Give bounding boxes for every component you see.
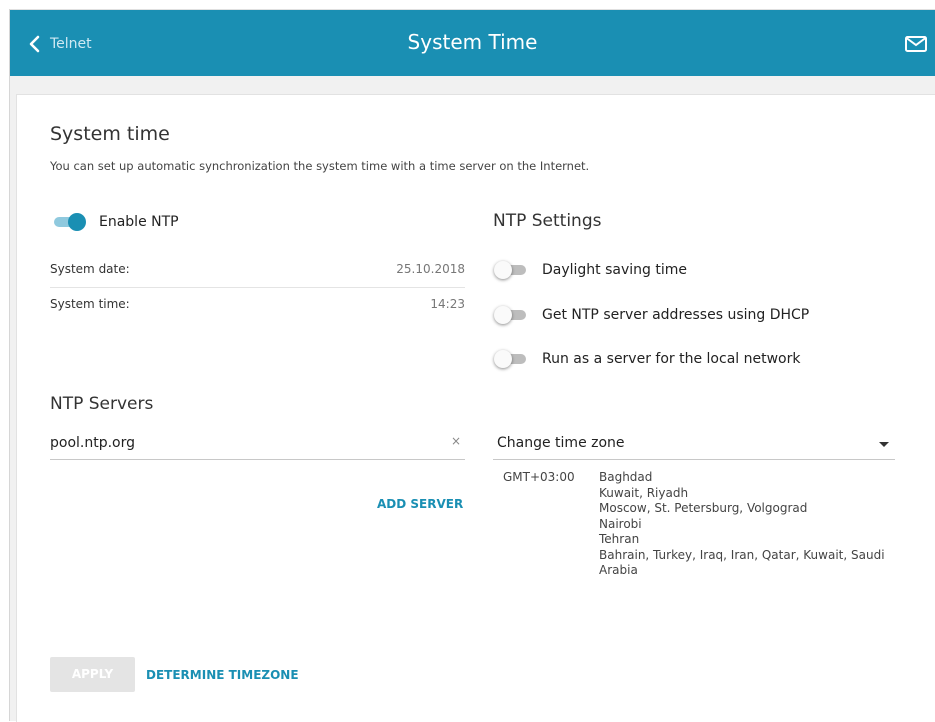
caret-down-icon xyxy=(879,442,889,447)
ntp-server-input[interactable]: pool.ntp.org × xyxy=(50,428,465,460)
ntp-servers-title: NTP Servers xyxy=(50,394,154,414)
top-bar: Telnet System Time xyxy=(10,10,935,76)
time-zone-select-label: Change time zone xyxy=(497,435,625,451)
ntp-local-server-label: Run as a server for the local network xyxy=(542,351,801,367)
enable-ntp-toggle[interactable] xyxy=(52,213,86,231)
add-server-button[interactable]: ADD SERVER xyxy=(377,497,463,511)
toggle-knob xyxy=(494,261,512,279)
daylight-saving-label: Daylight saving time xyxy=(542,262,688,278)
apply-button[interactable]: APPLY xyxy=(50,657,135,692)
ntp-dhcp-toggle[interactable] xyxy=(494,306,528,324)
toggle-knob xyxy=(494,306,512,324)
clear-icon[interactable]: × xyxy=(451,434,461,448)
system-date-label: System date: xyxy=(50,262,130,276)
time-zone-city: Nairobi xyxy=(599,516,642,531)
time-zone-city: Baghdad xyxy=(599,470,653,484)
time-zone-city: Kuwait, Riyadh xyxy=(599,485,689,500)
ntp-server-value: pool.ntp.org xyxy=(50,435,136,451)
section-title: System time xyxy=(50,123,170,145)
ntp-dhcp-label: Get NTP server addresses using DHCP xyxy=(542,307,810,323)
time-zone-city: Bahrain, Turkey, Iraq, Iran, Qatar, Kuwa… xyxy=(599,547,885,578)
row-divider xyxy=(50,287,465,288)
system-date-value: 25.10.2018 xyxy=(396,262,465,276)
toggle-knob xyxy=(68,213,86,231)
ntp-settings-title: NTP Settings xyxy=(493,211,602,231)
daylight-saving-toggle[interactable] xyxy=(494,261,528,279)
mail-icon[interactable] xyxy=(905,36,927,56)
settings-card xyxy=(16,94,935,722)
determine-timezone-button[interactable]: DETERMINE TIMEZONE xyxy=(146,668,299,682)
toggle-knob xyxy=(494,350,512,368)
time-zone-select[interactable]: Change time zone xyxy=(493,428,895,460)
time-zone-cities: Baghdad Kuwait, Riyadh Moscow, St. Peter… xyxy=(599,470,899,579)
time-zone-city: Moscow, St. Petersburg, Volgograd xyxy=(599,501,808,515)
page-title: System Time xyxy=(407,30,538,54)
system-time-label: System time: xyxy=(50,297,130,311)
section-description: You can set up automatic synchronization… xyxy=(50,159,590,173)
time-zone-city: Tehran xyxy=(599,532,640,546)
enable-ntp-label: Enable NTP xyxy=(99,214,179,230)
system-time-value: 14:23 xyxy=(430,297,465,311)
time-zone-offset: GMT+03:00 xyxy=(503,470,575,484)
ntp-local-server-toggle[interactable] xyxy=(494,350,528,368)
